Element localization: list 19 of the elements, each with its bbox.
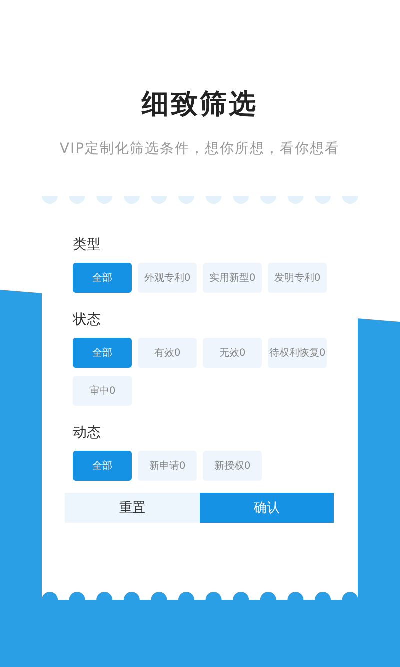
confirm-button[interactable]: 确认 (200, 493, 334, 523)
page-subtitle: VIP定制化筛选条件，想你所想，看你想看 (60, 140, 340, 158)
filter-chip[interactable]: 全部 (73, 263, 132, 293)
filter-chip[interactable]: 外观专利0 (138, 263, 197, 293)
reset-button[interactable]: 重置 (65, 493, 200, 523)
group-label: 类型 (73, 236, 102, 254)
filter-chip[interactable]: 有效0 (138, 338, 197, 368)
filter-chip[interactable]: 审中0 (73, 376, 132, 406)
filter-chip[interactable]: 实用新型0 (203, 263, 262, 293)
filter-chip[interactable]: 发明专利0 (268, 263, 327, 293)
filter-chip[interactable]: 新授权0 (203, 451, 262, 481)
page-title: 细致筛选 (142, 88, 258, 122)
filter-chip[interactable]: 全部 (73, 338, 132, 368)
filter-chip[interactable]: 全部 (73, 451, 132, 481)
filter-chip[interactable]: 待权利恢复0 (268, 338, 327, 368)
filter-chip[interactable]: 无效0 (203, 338, 262, 368)
filter-chip[interactable]: 新申请0 (138, 451, 197, 481)
group-label: 状态 (73, 311, 102, 329)
group-label: 动态 (73, 424, 102, 442)
